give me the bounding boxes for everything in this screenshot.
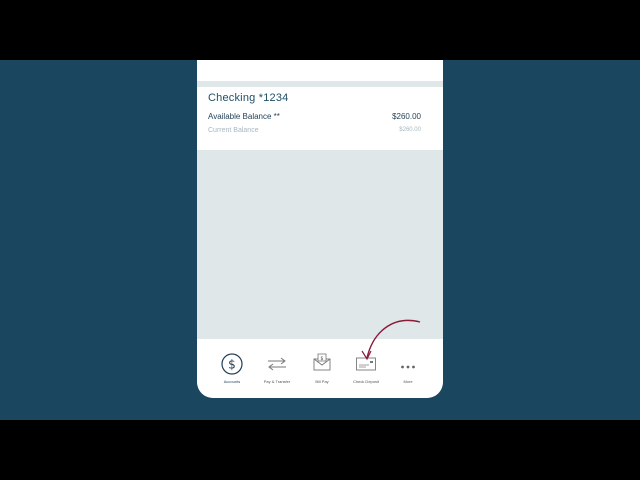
tab-check-deposit[interactable]: Check Deposit [343, 339, 389, 398]
tab-pay-transfer-label: Pay & Transfer [263, 379, 291, 384]
transfer-arrows-icon [268, 357, 286, 371]
svg-text:$: $ [228, 358, 236, 372]
video-stage: Checking *1234 Available Balance ** $260… [0, 60, 640, 420]
tab-accounts[interactable]: $ Accounts [209, 339, 255, 398]
tab-bill-pay[interactable]: $ Bill Pay [299, 339, 345, 398]
bottom-tab-bar: $ Accounts Pay & Transfer $ Bill Pay Che… [197, 339, 443, 398]
tab-more[interactable]: More [385, 339, 431, 398]
current-balance-label: Current Balance [208, 127, 259, 134]
tab-accounts-label: Accounts [223, 379, 241, 384]
tab-check-deposit-label: Check Deposit [352, 379, 379, 384]
check-icon [356, 357, 376, 371]
dollar-circle-icon: $ [221, 353, 243, 375]
top-strip [197, 60, 443, 81]
available-balance-label: Available Balance ** [208, 112, 280, 121]
svg-text:$: $ [320, 356, 323, 362]
more-dots-icon [401, 365, 415, 369]
tab-pay-transfer[interactable]: Pay & Transfer [254, 339, 300, 398]
account-card[interactable]: Checking *1234 Available Balance ** $260… [197, 87, 443, 150]
tab-more-label: More [403, 379, 413, 384]
phone-screen: Checking *1234 Available Balance ** $260… [197, 60, 443, 398]
available-balance-value: $260.00 [392, 112, 421, 121]
envelope-dollar-icon: $ [313, 353, 331, 371]
tab-bill-pay-label: Bill Pay [315, 379, 329, 384]
current-balance-value: $260.00 [399, 127, 421, 133]
account-name[interactable]: Checking *1234 [208, 92, 288, 104]
